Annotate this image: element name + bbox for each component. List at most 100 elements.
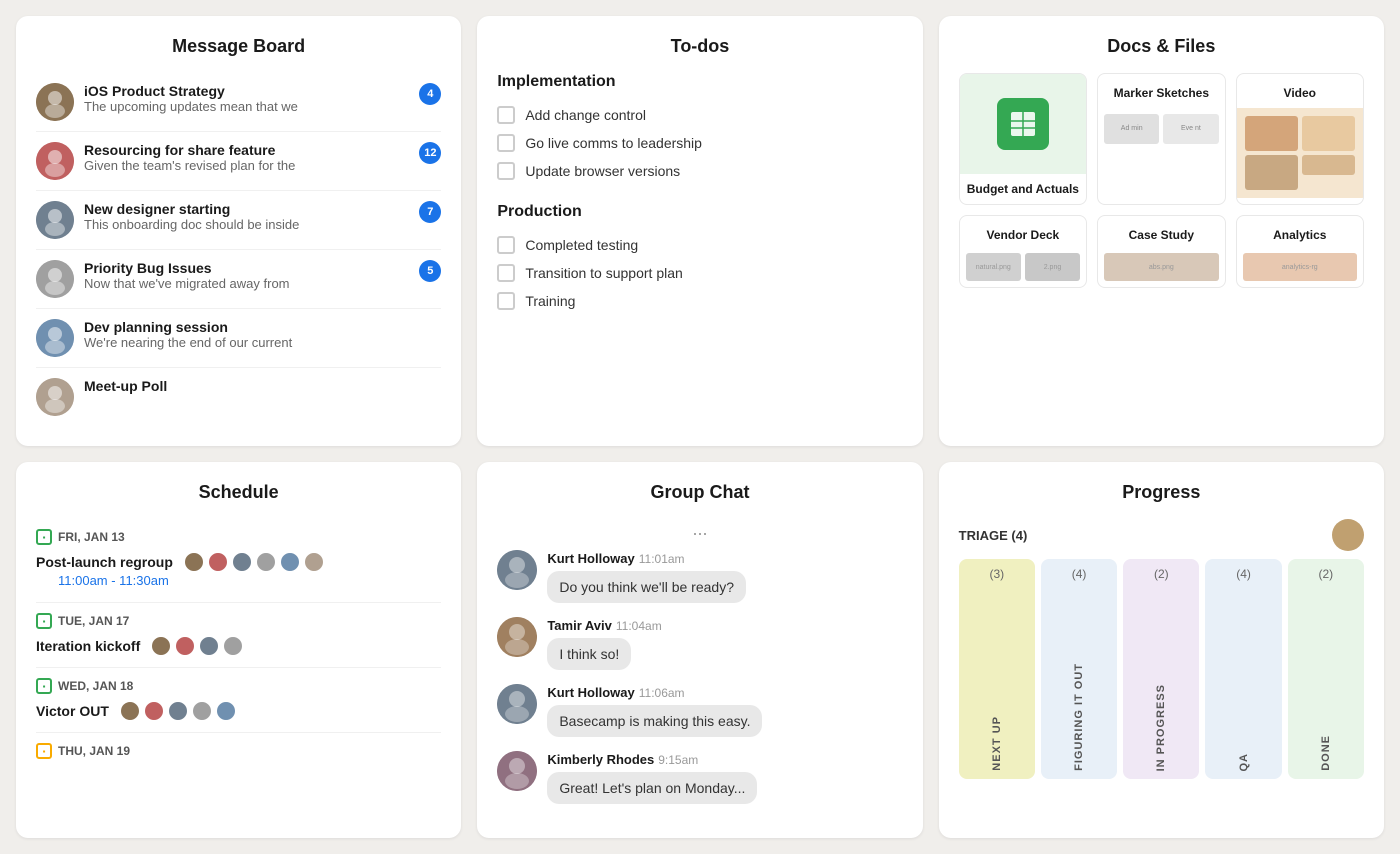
todo-checkbox[interactable] (497, 264, 515, 282)
message-title: Priority Bug Issues (84, 260, 409, 276)
progress-column: (2) IN PROGRESS (1123, 559, 1199, 779)
avatar (231, 551, 253, 573)
schedule-section: ▪TUE, JAN 17Iteration kickoff (36, 603, 441, 668)
doc-label: Vendor Deck (960, 216, 1086, 250)
chat-avatar (497, 617, 537, 657)
todos-content: ImplementationAdd change controlGo live … (497, 73, 902, 315)
chat-content-block: Kurt Holloway11:06amBasecamp is making t… (547, 684, 902, 737)
todo-label: Completed testing (525, 237, 638, 253)
message-title: New designer starting (84, 201, 409, 217)
chat-content-block: Kurt Holloway11:01amDo you think we'll b… (547, 550, 902, 603)
doc-label: Case Study (1098, 216, 1224, 250)
avatar (207, 551, 229, 573)
chat-bubble: Basecamp is making this easy. (547, 705, 762, 737)
schedule-event-name[interactable]: Iteration kickoff (36, 635, 441, 657)
todo-checkbox[interactable] (497, 106, 515, 124)
doc-card[interactable]: Vendor Deck natural.png 2.png (959, 215, 1087, 289)
schedule-date: ▪FRI, JAN 13 (36, 529, 441, 545)
progress-user-avatar (1332, 519, 1364, 551)
progress-col-count: (3) (989, 567, 1004, 581)
doc-card[interactable]: Analytics analytics-rg (1236, 215, 1364, 289)
chat-avatar (497, 751, 537, 791)
schedule-event-name[interactable]: Post-launch regroup (36, 551, 441, 573)
message-item[interactable]: Priority Bug IssuesNow that we've migrat… (36, 250, 441, 309)
progress-column: (3) NEXT UP (959, 559, 1035, 779)
docs-grid: Budget and ActualsMarker Sketches Ad min… (959, 73, 1364, 288)
todo-label: Training (525, 293, 575, 309)
message-list: iOS Product StrategyThe upcoming updates… (36, 73, 441, 426)
doc-label: Video (1237, 74, 1363, 108)
avatar (119, 700, 141, 722)
schedule-event-name[interactable]: Victor OUT (36, 700, 441, 722)
message-preview: Now that we've migrated away from (84, 276, 409, 291)
progress-header: TRIAGE (4) (959, 519, 1364, 551)
message-content: Resourcing for share featureGiven the te… (84, 142, 409, 173)
chat-sender: Tamir Aviv (547, 618, 612, 633)
todo-item[interactable]: Completed testing (497, 231, 902, 259)
progress-col-count: (2) (1154, 567, 1169, 581)
todo-label: Go live comms to leadership (525, 135, 702, 151)
message-preview: Given the team's revised plan for the (84, 158, 409, 173)
doc-label: Analytics (1237, 216, 1363, 250)
todo-checkbox[interactable] (497, 236, 515, 254)
calendar-icon: ▪ (36, 743, 52, 759)
progress-column: (2)DONE (1288, 559, 1364, 779)
chat-message-wrap: Kurt Holloway11:01amDo you think we'll b… (497, 550, 902, 603)
doc-card[interactable]: Budget and Actuals (959, 73, 1087, 205)
avatar (222, 635, 244, 657)
chat-message-wrap: Tamir Aviv11:04amI think so! (497, 617, 902, 670)
todo-item[interactable]: Add change control (497, 101, 902, 129)
todos-card: To-dos ImplementationAdd change controlG… (477, 16, 922, 446)
message-item[interactable]: New designer startingThis onboarding doc… (36, 191, 441, 250)
chat-dots: ... (497, 519, 902, 540)
avatar (255, 551, 277, 573)
doc-card[interactable]: Marker Sketches Ad min Eve nt (1097, 73, 1225, 205)
progress-col-count: (4) (1072, 567, 1087, 581)
avatar (191, 700, 213, 722)
message-preview: This onboarding doc should be inside (84, 217, 409, 232)
calendar-icon: ▪ (36, 529, 52, 545)
schedule-card: Schedule ▪FRI, JAN 13Post-launch regroup… (16, 462, 461, 838)
todo-item[interactable]: Update browser versions (497, 157, 902, 185)
todo-checkbox[interactable] (497, 162, 515, 180)
progress-col-count: (2) (1319, 567, 1334, 581)
message-badge: 4 (419, 83, 441, 105)
message-preview: We're nearing the end of our current (84, 335, 441, 350)
doc-label: Marker Sketches (1098, 74, 1224, 108)
avatar (174, 635, 196, 657)
chat-message-wrap: Kurt Holloway11:06amBasecamp is making t… (497, 684, 902, 737)
todo-section-title: Production (497, 203, 902, 221)
progress-card: Progress TRIAGE (4) (3)NEXT UP(4)FIGURIN… (939, 462, 1384, 838)
schedule-section: ▪THU, JAN 19 (36, 733, 441, 775)
chat-bubble: Do you think we'll be ready? (547, 571, 746, 603)
todo-item[interactable]: Training (497, 287, 902, 315)
message-title: iOS Product Strategy (84, 83, 409, 99)
doc-card[interactable]: Case Study abs.png (1097, 215, 1225, 289)
doc-card[interactable]: Video (1236, 73, 1364, 205)
message-content: iOS Product StrategyThe upcoming updates… (84, 83, 409, 114)
chat-avatar (497, 550, 537, 590)
main-grid: Message Board iOS Product StrategyThe up… (16, 16, 1384, 838)
todo-item[interactable]: Go live comms to leadership (497, 129, 902, 157)
message-item[interactable]: Resourcing for share featureGiven the te… (36, 132, 441, 191)
progress-col-label: IN PROGRESS (1155, 684, 1167, 771)
avatar (183, 551, 205, 573)
todo-item[interactable]: Transition to support plan (497, 259, 902, 287)
message-badge: 7 (419, 201, 441, 223)
message-item[interactable]: iOS Product StrategyThe upcoming updates… (36, 73, 441, 132)
todo-checkbox[interactable] (497, 292, 515, 310)
progress-col-label: NEXT UP (991, 716, 1003, 771)
message-item[interactable]: Dev planning sessionWe're nearing the en… (36, 309, 441, 368)
message-content: Dev planning sessionWe're nearing the en… (84, 319, 441, 350)
message-item[interactable]: Meet-up Poll (36, 368, 441, 426)
progress-title: Progress (959, 482, 1364, 503)
chat-content-block: Kimberly Rhodes9:15amGreat! Let's plan o… (547, 751, 902, 804)
message-badge: 5 (419, 260, 441, 282)
chat-bubble: I think so! (547, 638, 631, 670)
message-badge: 12 (419, 142, 441, 164)
chat-avatar (497, 684, 537, 724)
chat-sender: Kurt Holloway (547, 685, 634, 700)
todo-checkbox[interactable] (497, 134, 515, 152)
avatar (198, 635, 220, 657)
schedule-section: ▪WED, JAN 18Victor OUT (36, 668, 441, 733)
